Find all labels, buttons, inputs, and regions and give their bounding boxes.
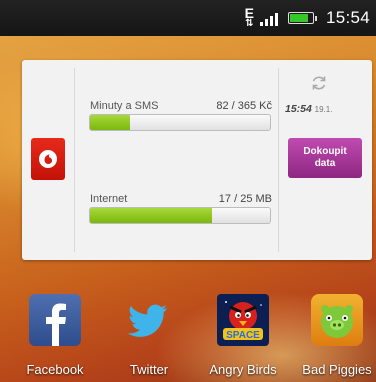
divider bbox=[74, 68, 75, 252]
status-bar: E ⇅ 15:54 bbox=[0, 0, 376, 36]
app-angry-birds[interactable]: SPACE Angry Birds bbox=[196, 292, 290, 382]
bad-piggies-icon bbox=[311, 294, 363, 346]
app-facebook[interactable]: Facebook bbox=[8, 292, 102, 382]
vodafone-logo[interactable] bbox=[31, 138, 65, 180]
battery-level bbox=[289, 14, 308, 22]
refresh-icon[interactable] bbox=[309, 73, 329, 93]
divider bbox=[278, 68, 279, 252]
facebook-icon bbox=[29, 294, 81, 346]
network-type-icon: E ⇅ bbox=[244, 5, 254, 29]
buy-data-line1: Dokoupit bbox=[303, 146, 347, 157]
status-clock: 15:54 bbox=[325, 8, 370, 27]
data-usage-widget[interactable]: Minuty a SMS 82 / 365 Kč Internet 17 / 2… bbox=[22, 60, 372, 260]
svg-text:SPACE: SPACE bbox=[226, 330, 260, 341]
sms-value: 82 / 365 Kč bbox=[216, 100, 272, 112]
app-label: Angry Birds bbox=[209, 362, 277, 377]
app-label: Twitter bbox=[129, 362, 169, 377]
angry-birds-space-icon: SPACE bbox=[217, 294, 269, 346]
app-dock: Facebook Twitter SPACE Angry Birds Bad P… bbox=[0, 292, 376, 382]
internet-usage-fill bbox=[90, 208, 213, 223]
internet-value: 17 / 25 MB bbox=[218, 193, 272, 205]
battery-icon bbox=[287, 12, 317, 24]
sms-label: Minuty a SMS bbox=[90, 100, 159, 112]
updated-time: 15:54 bbox=[285, 103, 312, 115]
sms-usage-bar bbox=[89, 114, 271, 131]
app-label: Bad Piggies bbox=[302, 362, 372, 377]
internet-label: Internet bbox=[90, 193, 128, 205]
buy-data-button[interactable]: Dokoupit data bbox=[288, 138, 362, 178]
last-updated: 15:54 19.1. bbox=[285, 103, 332, 115]
internet-usage-bar bbox=[89, 207, 271, 224]
buy-data-line2: data bbox=[314, 158, 336, 169]
twitter-icon bbox=[123, 294, 175, 346]
vodafone-logo-icon bbox=[39, 150, 57, 168]
sms-usage-fill bbox=[90, 115, 131, 130]
app-twitter[interactable]: Twitter bbox=[102, 292, 196, 382]
app-bad-piggies[interactable]: Bad Piggies bbox=[290, 292, 376, 382]
updated-date: 19.1. bbox=[314, 105, 333, 114]
signal-strength-icon bbox=[259, 10, 278, 26]
app-label: Facebook bbox=[26, 362, 84, 377]
